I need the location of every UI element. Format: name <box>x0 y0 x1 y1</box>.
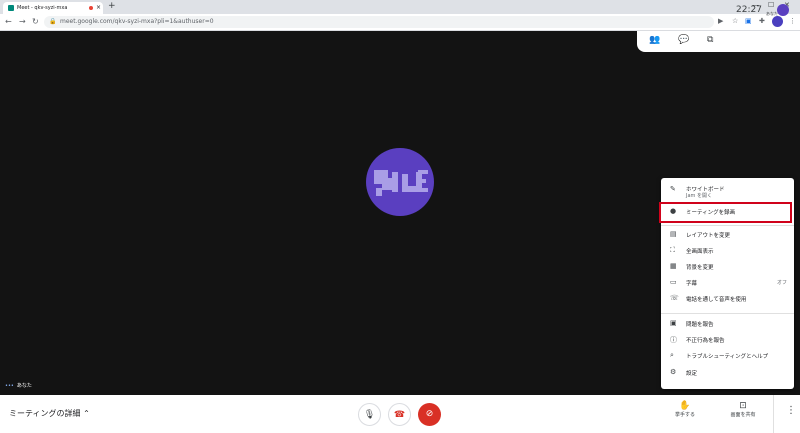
recording-dot-icon <box>89 6 93 10</box>
hangup-icon: ☎ <box>393 410 406 420</box>
maximize-button[interactable]: ☐ <box>768 1 774 9</box>
tab-close-icon[interactable]: × <box>96 4 101 11</box>
address-bar-row: ← → ↻ 🔒 meet.google.com/qkv-syzi-mxa?pli… <box>0 14 800 31</box>
self-mini-avatar[interactable] <box>777 4 789 16</box>
chevron-up-icon: ⌃ <box>83 409 90 418</box>
menu-item-captions[interactable]: ▭ 字幕 オフ <box>661 278 794 291</box>
lock-icon: 🔒 <box>49 18 57 25</box>
phone-icon: ☏ <box>670 294 679 302</box>
menu-item-troubleshoot[interactable]: ⌕ トラブルシューティングとヘルプ <box>661 351 794 364</box>
audio-level-icon: ••• <box>5 383 14 389</box>
present-button[interactable]: ⊡ 画面を共有 <box>723 401 763 418</box>
more-vert-icon[interactable]: ⋮ <box>786 405 796 416</box>
extensions-puzzle-icon[interactable]: ✚ <box>759 17 765 25</box>
mic-icon: 🎙 <box>363 410 376 420</box>
present-icon: ⊡ <box>739 401 747 411</box>
url-text[interactable]: meet.google.com/qkv-syzi-mxa?pli=1&authu… <box>60 18 214 25</box>
activities-icon[interactable]: ⧉ <box>707 35 713 45</box>
layout-icon: ▤ <box>670 230 677 238</box>
record-highlight-box <box>659 202 792 223</box>
people-icon[interactable]: 👥 <box>649 35 660 45</box>
menu-item-report-abuse[interactable]: ⓘ 不正行為を報告 <box>661 336 794 348</box>
captions-icon: ▭ <box>670 278 677 286</box>
camera-off-icon: ⊘ <box>425 409 434 419</box>
menu-item-settings[interactable]: ⚙ 設定 <box>661 368 794 381</box>
star-icon[interactable]: ☆ <box>732 17 738 25</box>
menu-divider <box>661 313 794 314</box>
meeting-clock: 22:27 <box>736 5 762 15</box>
reload-icon[interactable]: ↻ <box>32 17 39 26</box>
self-short-label: あなた <box>766 11 778 16</box>
divider <box>773 395 774 433</box>
camera-button[interactable]: ⊘ <box>418 403 441 426</box>
hangup-button[interactable]: ☎ <box>388 403 411 426</box>
menu-item-phone-audio[interactable]: ☏ 電話を通して音声を使用 <box>661 294 794 307</box>
new-tab-button[interactable]: + <box>108 1 116 11</box>
mic-button[interactable]: 🎙 <box>358 403 381 426</box>
menu-item-fullscreen[interactable]: ⛶ 全画面表示 <box>661 246 794 259</box>
back-icon[interactable]: ← <box>5 17 12 26</box>
fullscreen-icon: ⛶ <box>670 246 675 254</box>
forward-icon[interactable]: → <box>19 17 26 26</box>
menu-divider <box>661 225 794 226</box>
omnibox[interactable]: 🔒 meet.google.com/qkv-syzi-mxa?pli=1&aut… <box>44 16 714 28</box>
browser-menu-icon[interactable]: ⋮ <box>789 17 796 25</box>
browser-tabstrip: Meet - qkv-syzi-mxa × + — ☐ ✕ <box>0 0 800 14</box>
participant-avatar <box>366 148 434 216</box>
self-tile-name: ••• あなた <box>5 383 32 389</box>
pen-icon: ✎ <box>670 185 676 193</box>
feedback-icon: ▣ <box>670 319 677 327</box>
menu-item-layout[interactable]: ▤ レイアウトを変更 <box>661 230 794 243</box>
profile-avatar[interactable] <box>772 16 783 27</box>
menu-item-report-problem[interactable]: ▣ 問題を報告 <box>661 319 794 332</box>
background-icon: ▦ <box>670 262 677 270</box>
browser-tab-meet[interactable]: Meet - qkv-syzi-mxa × <box>3 2 103 14</box>
hand-icon: ✋ <box>679 401 691 411</box>
meeting-details-toggle[interactable]: ミーティングの詳細 ⌃ <box>9 408 90 419</box>
chat-icon[interactable]: 💬 <box>678 35 689 45</box>
tab-title: Meet - qkv-syzi-mxa <box>17 5 68 11</box>
troubleshoot-icon: ⌕ <box>670 351 674 359</box>
bottom-control-bar: ミーティングの詳細 ⌃ 🎙 ☎ ⊘ ✋ 挙手する ⊡ 画面を共有 ⋮ <box>0 395 800 433</box>
menu-item-background[interactable]: ▦ 背景を変更 <box>661 262 794 275</box>
meeting-top-bar: 👥 💬 ⧉ <box>637 31 800 52</box>
meet-favicon-icon <box>8 5 14 11</box>
gear-icon: ⚙ <box>670 368 677 376</box>
warning-icon: ⓘ <box>670 336 677 344</box>
raise-hand-button[interactable]: ✋ 挙手する <box>665 401 705 418</box>
camera-indicator-icon[interactable]: ▶ <box>718 17 723 25</box>
extension-blue-icon[interactable]: ▣ <box>745 17 752 25</box>
